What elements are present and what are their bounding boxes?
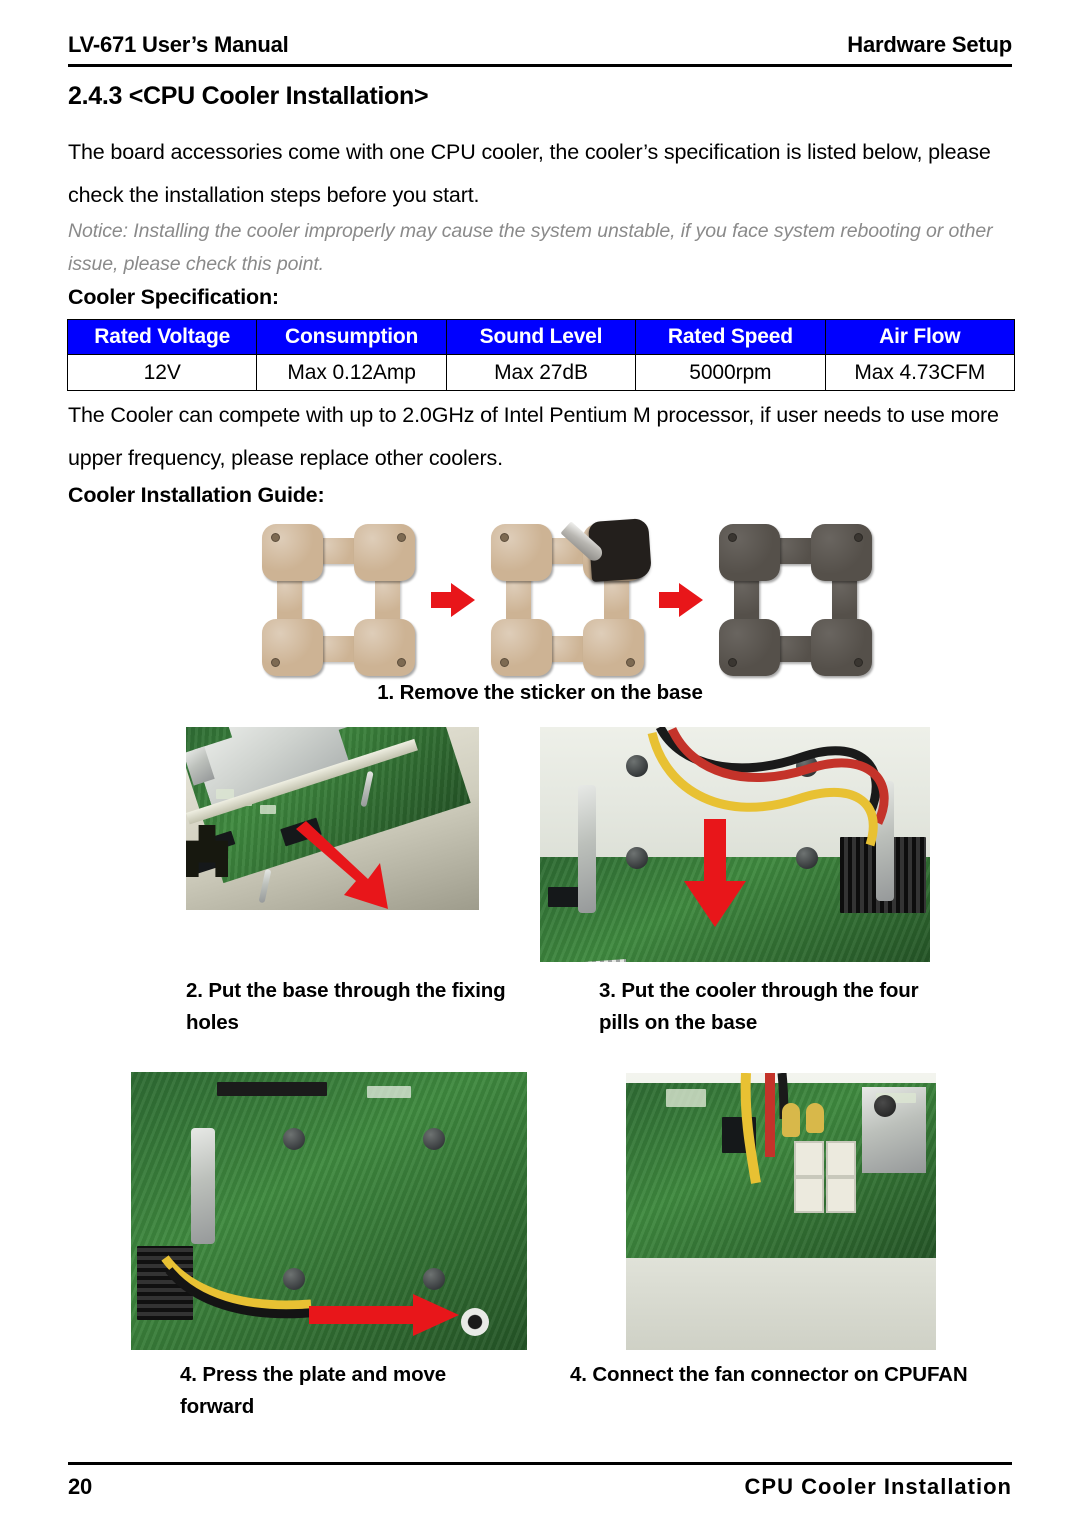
step3-photo (540, 727, 930, 962)
cooler-capability-paragraph: The Cooler can compete with up to 2.0GHz… (68, 403, 999, 470)
cell-rated-speed: 5000rpm (635, 354, 826, 391)
arrow-right-icon (309, 1294, 459, 1336)
cell-rated-voltage: 12V (66, 354, 258, 391)
arrow-down-icon (684, 819, 746, 927)
arrow-diagonal-icon (296, 821, 388, 909)
header-rule (68, 64, 1012, 67)
step1-caption: 1. Remove the sticker on the base (377, 681, 703, 704)
step3-caption: 3. Put the cooler through the four pills… (599, 979, 919, 1034)
arrow-right-icon (659, 582, 704, 617)
cooler-specification-label: Cooler Specification: (68, 285, 279, 309)
running-header: LV-671 User’s Manual Hardware Setup (68, 32, 1012, 58)
header-section-title: Hardware Setup (847, 32, 1012, 57)
step5-caption: 4. Connect the fan connector on CPUFAN (570, 1363, 968, 1386)
cell-consumption: Max 0.12Amp (256, 354, 447, 391)
bracket-diagram-row (262, 517, 872, 677)
cooler-specification-table: Rated Voltage Consumption Sound Level Ra… (66, 319, 1016, 391)
step4-caption: 4. Press the plate and move forward (180, 1363, 446, 1418)
cell-sound-level: Max 27dB (445, 354, 637, 391)
step2-photo (186, 727, 479, 910)
manual-page: LV-671 User’s Manual Hardware Setup 2.4.… (0, 0, 1080, 1529)
column-header-sound-level: Sound Level (445, 319, 637, 355)
bracket-with-sticker-diagram (262, 523, 415, 676)
step5-photo (626, 1073, 936, 1350)
table-row: 12V Max 0.12Amp Max 27dB 5000rpm Max 4.7… (66, 354, 1016, 391)
step2-caption: 2. Put the base through the fixing holes (186, 979, 506, 1034)
column-header-rated-speed: Rated Speed (635, 319, 826, 355)
notice-text: Notice: Installing the cooler improperly… (68, 220, 993, 275)
footer-section-title: CPU Cooler Installation (744, 1474, 1012, 1499)
column-header-consumption: Consumption (256, 319, 447, 355)
running-footer: 20 CPU Cooler Installation (68, 1474, 1012, 1500)
bracket-sticker-peeling-diagram (490, 517, 652, 676)
step4-photo (131, 1072, 527, 1350)
intro-paragraph: The board accessories come with one CPU … (68, 140, 991, 207)
header-manual-title: LV-671 User’s Manual (68, 32, 289, 57)
cell-air-flow: Max 4.73CFM (824, 354, 1016, 391)
footer-rule (68, 1462, 1012, 1465)
cooler-installation-guide-label: Cooler Installation Guide: (68, 483, 325, 507)
page-number: 20 (68, 1474, 93, 1499)
section-heading: 2.4.3 <CPU Cooler Installation> (68, 82, 429, 110)
table-header-row: Rated Voltage Consumption Sound Level Ra… (66, 319, 1016, 355)
arrow-right-icon (430, 582, 475, 617)
bracket-bare-diagram (719, 523, 872, 676)
column-header-air-flow: Air Flow (824, 319, 1016, 355)
column-header-rated-voltage: Rated Voltage (66, 319, 258, 355)
